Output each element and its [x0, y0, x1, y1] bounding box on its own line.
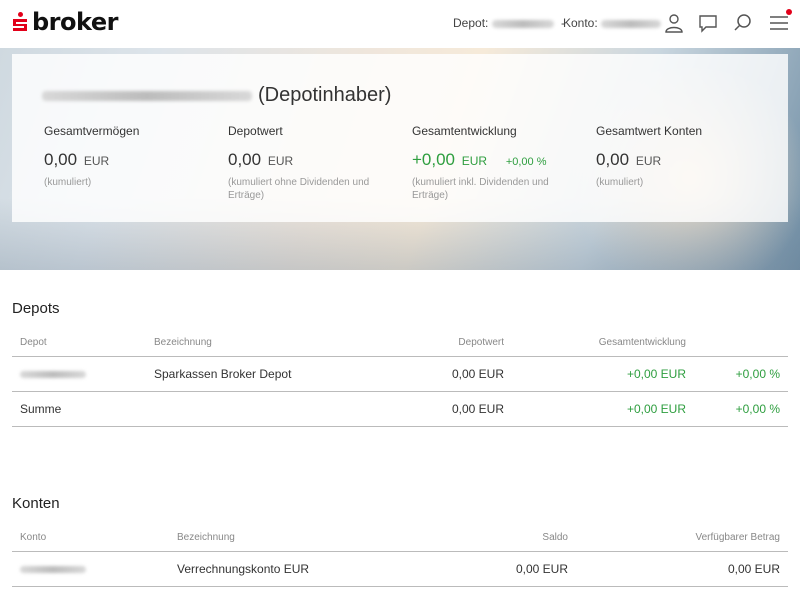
depots-heading: Depots [12, 300, 60, 317]
user-icon[interactable] [663, 12, 685, 34]
table-header-row: Konto Bezeichnung Saldo Verfügbarer Betr… [12, 524, 788, 552]
stat-amount: 0,00 [228, 150, 262, 169]
sum-empty [146, 391, 360, 427]
sum-entwicklung: +0,00 EUR [512, 391, 694, 427]
depotwert-cell: 0,00 EUR [360, 356, 512, 392]
stat-currency: EUR [635, 154, 662, 168]
stat-gesamtwert-konten: Gesamtwert Konten 0,00 EUR (kumuliert) [596, 124, 776, 189]
sparkasse-s-icon [12, 12, 28, 32]
depot-name-cell[interactable]: Sparkassen Broker Depot [146, 356, 360, 392]
stat-note: (kumuliert inkl. Dividenden und Erträge) [412, 177, 549, 201]
sum-label: Summe [12, 391, 146, 427]
menu-icon[interactable] [768, 9, 792, 34]
col-gesamtentwicklung[interactable]: Gesamtentwicklung [512, 329, 694, 357]
stat-amount: 0,00 [44, 150, 78, 169]
depot-number-redacted [491, 19, 554, 28]
sparkasse-broker-logo[interactable]: broker [12, 10, 118, 34]
konten-table: Konto Bezeichnung Saldo Verfügbarer Betr… [12, 524, 788, 587]
stat-label: Gesamtvermögen [44, 124, 140, 138]
depot-owner: (Depotinhaber) [42, 84, 391, 107]
sum-depotwert: 0,00 EUR [360, 391, 512, 427]
col-depot[interactable]: Depot [12, 329, 146, 357]
saldo-cell: 0,00 EUR [419, 551, 576, 587]
stat-currency: EUR [83, 154, 110, 168]
stat-value: 0,00 EUR [596, 150, 776, 170]
table-row[interactable]: Verrechnungskonto EUR 0,00 EUR 0,00 EUR [12, 551, 788, 587]
col-empty [694, 329, 788, 357]
portfolio-summary-card: (Depotinhaber) Gesamtvermögen 0,00 EUR (… [12, 54, 788, 222]
top-header: broker Depot: - Konto: [0, 0, 800, 48]
stat-gesamtentwicklung: Gesamtentwicklung +0,00 EUR +0,00 % (kum… [412, 124, 592, 202]
sum-row: Summe 0,00 EUR +0,00 EUR +0,00 % [12, 391, 788, 427]
konto-selector[interactable]: Konto: [563, 16, 662, 30]
entwicklung-cell: +0,00 EUR [512, 356, 694, 392]
depot-number-cell [12, 356, 146, 392]
stat-value: 0,00 EUR [44, 150, 224, 170]
stat-currency: EUR [461, 154, 488, 168]
col-bezeichnung[interactable]: Bezeichnung [146, 329, 360, 357]
search-icon[interactable] [732, 12, 754, 34]
col-verfuegbar[interactable]: Verfügbarer Betrag [576, 524, 788, 552]
col-depotwert[interactable]: Depotwert [360, 329, 512, 357]
owner-name-redacted [42, 90, 252, 101]
stat-note: (kumuliert) [596, 177, 644, 188]
table-header-row: Depot Bezeichnung Depotwert Gesamtentwic… [12, 329, 788, 357]
depots-table: Depot Bezeichnung Depotwert Gesamtentwic… [12, 329, 788, 427]
stat-label: Gesamtwert Konten [596, 124, 703, 138]
stat-note: (kumuliert) [44, 177, 92, 188]
col-bezeichnung[interactable]: Bezeichnung [169, 524, 419, 552]
stat-depotwert: Depotwert 0,00 EUR (kumuliert ohne Divid… [228, 124, 408, 202]
stat-amount: 0,00 [596, 150, 630, 169]
stat-gesamtvermoegen: Gesamtvermögen 0,00 EUR (kumuliert) [44, 124, 224, 189]
col-saldo[interactable]: Saldo [419, 524, 576, 552]
col-konto[interactable]: Konto [12, 524, 169, 552]
stat-value: 0,00 EUR [228, 150, 408, 170]
konto-name-cell[interactable]: Verrechnungskonto EUR [169, 551, 419, 587]
depot-label: Depot: [453, 16, 489, 30]
konto-number-redacted [20, 565, 86, 573]
table-row[interactable]: Sparkassen Broker Depot 0,00 EUR +0,00 E… [12, 356, 788, 392]
konto-number-redacted [601, 19, 662, 28]
stat-amount: +0,00 [412, 150, 456, 169]
stat-label: Depotwert [228, 124, 283, 138]
stat-label: Gesamtentwicklung [412, 124, 517, 138]
notification-dot [786, 9, 792, 15]
depot-selector[interactable]: Depot: - [453, 16, 569, 30]
brand-name: broker [32, 8, 118, 36]
konten-heading: Konten [12, 495, 60, 512]
konto-label: Konto: [563, 16, 598, 30]
stat-currency: EUR [267, 154, 294, 168]
stat-note: (kumuliert ohne Dividenden und Erträge) [228, 177, 370, 201]
entwicklung-pct-cell: +0,00 % [694, 356, 788, 392]
owner-role: (Depotinhaber) [258, 84, 392, 106]
chat-icon[interactable] [697, 12, 719, 34]
hero-banner: (Depotinhaber) Gesamtvermögen 0,00 EUR (… [0, 48, 800, 270]
stat-value: +0,00 EUR +0,00 % [412, 150, 592, 170]
sum-entwicklung-pct: +0,00 % [694, 391, 788, 427]
konto-number-cell [12, 551, 169, 587]
depot-number-redacted [20, 370, 86, 378]
stat-percent: +0,00 % [505, 156, 547, 168]
verfuegbar-cell: 0,00 EUR [576, 551, 788, 587]
